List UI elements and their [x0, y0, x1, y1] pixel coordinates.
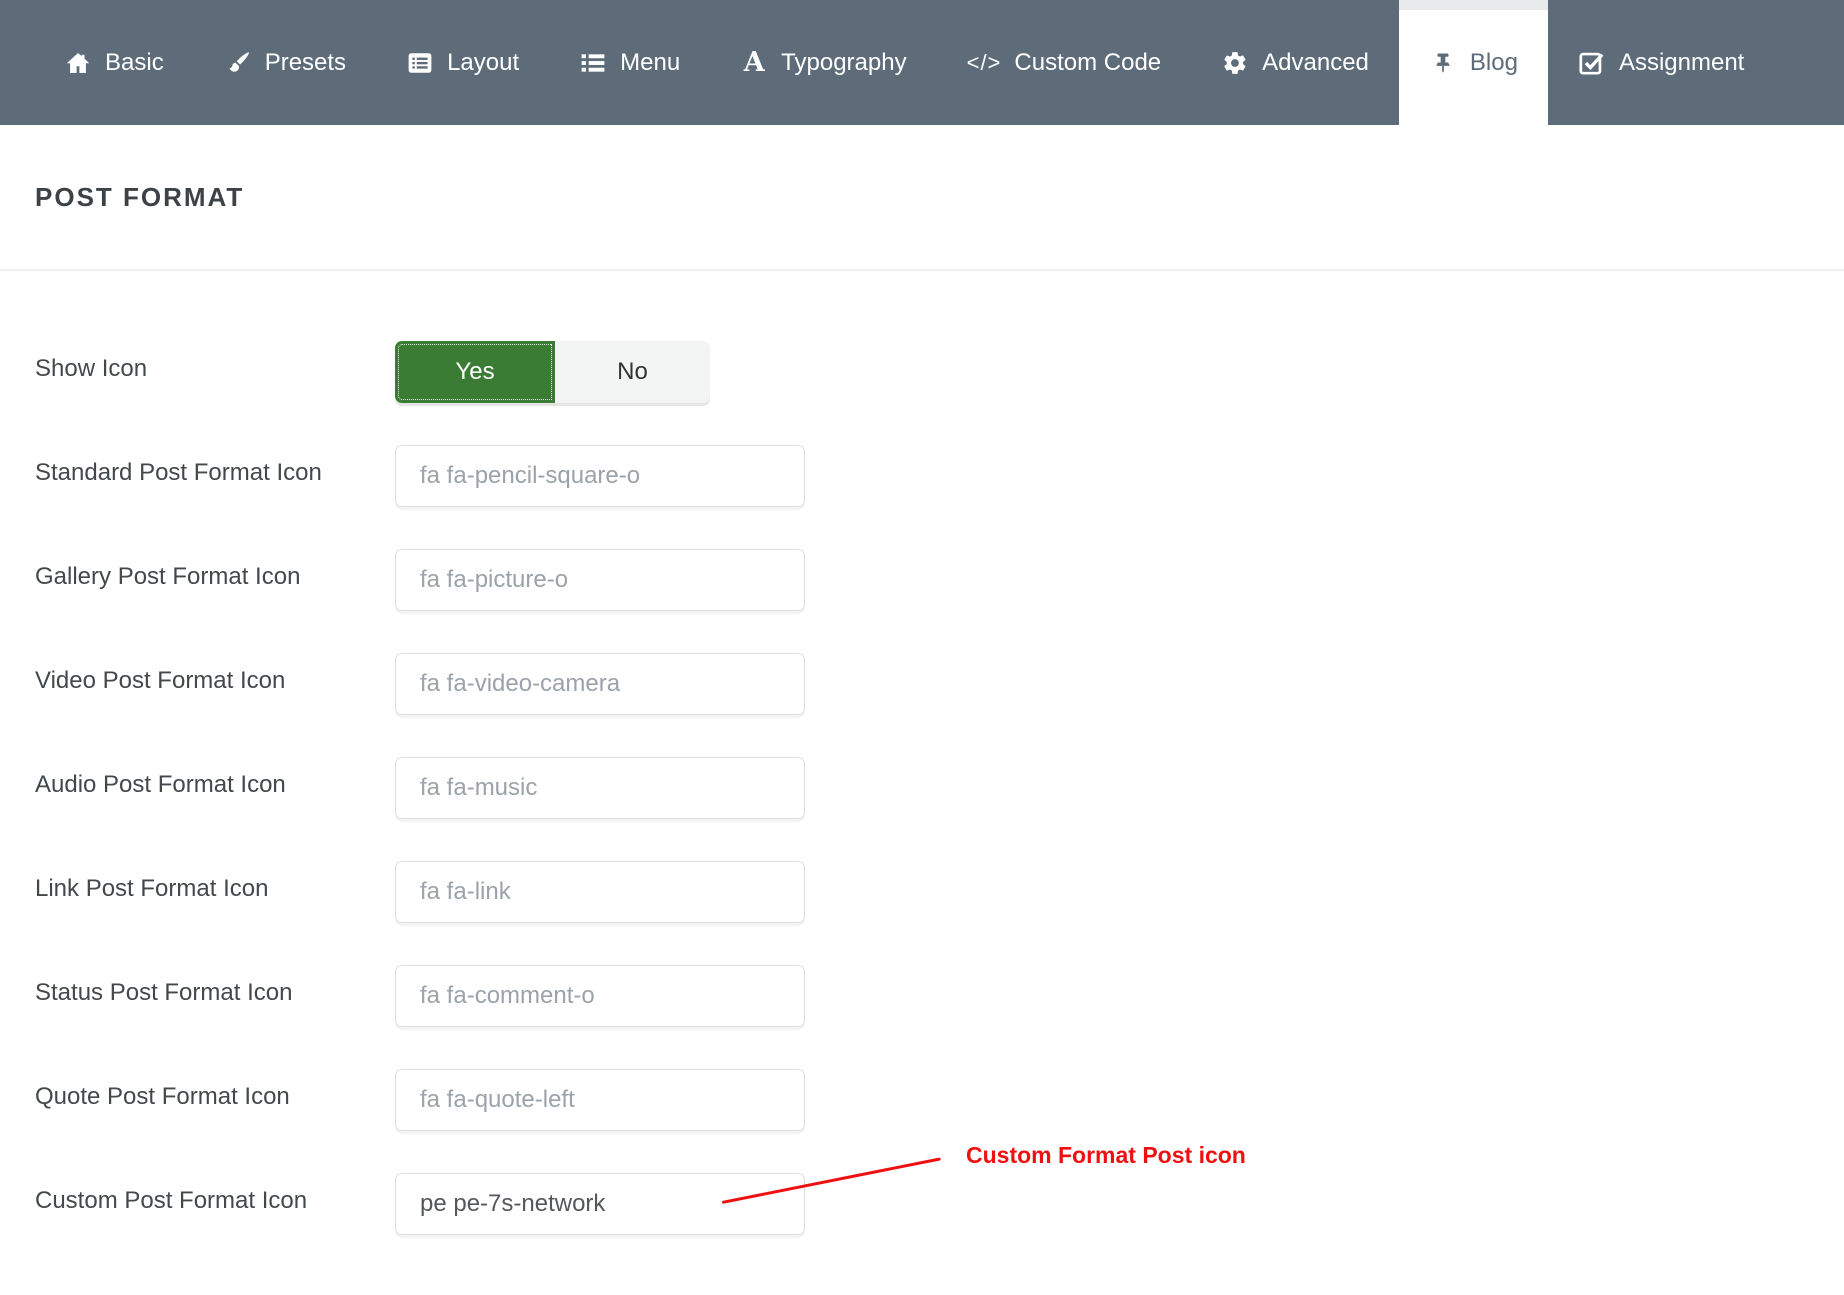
layout-icon	[406, 49, 434, 77]
status-post-format-row: Status Post Format Icon	[35, 965, 1844, 1027]
paintbrush-icon	[224, 49, 252, 77]
code-icon: </>	[967, 49, 1002, 77]
field-label: Video Post Format Icon	[35, 653, 395, 696]
tab-label: Blog	[1470, 49, 1518, 77]
field-label: Audio Post Format Icon	[35, 757, 395, 800]
gear-icon	[1221, 49, 1249, 77]
custom-post-format-input[interactable]	[395, 1173, 805, 1235]
link-post-format-row: Link Post Format Icon	[35, 861, 1844, 923]
pin-icon	[1429, 49, 1457, 77]
check-square-icon	[1578, 49, 1606, 77]
tab-label: Custom Code	[1014, 49, 1161, 77]
tab-label: Basic	[105, 49, 164, 77]
field-label: Custom Post Format Icon	[35, 1173, 395, 1216]
quote-post-format-row: Quote Post Format Icon	[35, 1069, 1844, 1131]
field-label: Status Post Format Icon	[35, 965, 395, 1008]
tab-label: Typography	[781, 49, 906, 77]
field-label: Link Post Format Icon	[35, 861, 395, 904]
quote-post-format-input[interactable]	[395, 1069, 805, 1131]
top-navbar: Basic Presets Layout Menu A Typography <…	[0, 0, 1844, 125]
custom-post-format-row: Custom Post Format Icon	[35, 1173, 1844, 1235]
show-icon-toggle: Yes No	[395, 341, 710, 403]
gallery-post-format-row: Gallery Post Format Icon	[35, 549, 1844, 611]
tab-label: Advanced	[1262, 49, 1369, 77]
post-format-panel: Show Icon Yes No Standard Post Format Ic…	[0, 271, 1844, 1235]
typography-icon: A	[740, 49, 768, 77]
video-post-format-input[interactable]	[395, 653, 805, 715]
tab-label: Layout	[447, 49, 519, 77]
tab-basic[interactable]: Basic	[34, 0, 194, 125]
status-post-format-input[interactable]	[395, 965, 805, 1027]
tab-presets[interactable]: Presets	[194, 0, 376, 125]
link-post-format-input[interactable]	[395, 861, 805, 923]
gallery-post-format-input[interactable]	[395, 549, 805, 611]
field-label: Quote Post Format Icon	[35, 1069, 395, 1112]
annotation-label: Custom Format Post icon	[966, 1142, 1246, 1169]
field-label: Standard Post Format Icon	[35, 445, 395, 488]
show-icon-row: Show Icon Yes No	[35, 341, 1844, 403]
video-post-format-row: Video Post Format Icon	[35, 653, 1844, 715]
tab-menu[interactable]: Menu	[549, 0, 710, 125]
tab-custom-code[interactable]: </> Custom Code	[937, 0, 1192, 125]
section-header: POST FORMAT	[0, 125, 1844, 271]
tab-blog[interactable]: Blog	[1399, 0, 1548, 125]
page-title: POST FORMAT	[35, 182, 244, 213]
audio-post-format-input[interactable]	[395, 757, 805, 819]
audio-post-format-row: Audio Post Format Icon	[35, 757, 1844, 819]
home-icon	[64, 49, 92, 77]
tab-advanced[interactable]: Advanced	[1191, 0, 1399, 125]
list-icon	[579, 49, 607, 77]
standard-post-format-row: Standard Post Format Icon	[35, 445, 1844, 507]
tab-typography[interactable]: A Typography	[710, 0, 936, 125]
standard-post-format-input[interactable]	[395, 445, 805, 507]
tab-assignment[interactable]: Assignment	[1548, 0, 1774, 125]
tab-label: Menu	[620, 49, 680, 77]
tab-label: Assignment	[1619, 49, 1744, 77]
show-icon-no-button[interactable]: No	[555, 341, 710, 403]
show-icon-label: Show Icon	[35, 341, 395, 384]
show-icon-yes-button[interactable]: Yes	[395, 341, 555, 403]
tab-label: Presets	[265, 49, 346, 77]
tab-layout[interactable]: Layout	[376, 0, 549, 125]
field-label: Gallery Post Format Icon	[35, 549, 395, 592]
